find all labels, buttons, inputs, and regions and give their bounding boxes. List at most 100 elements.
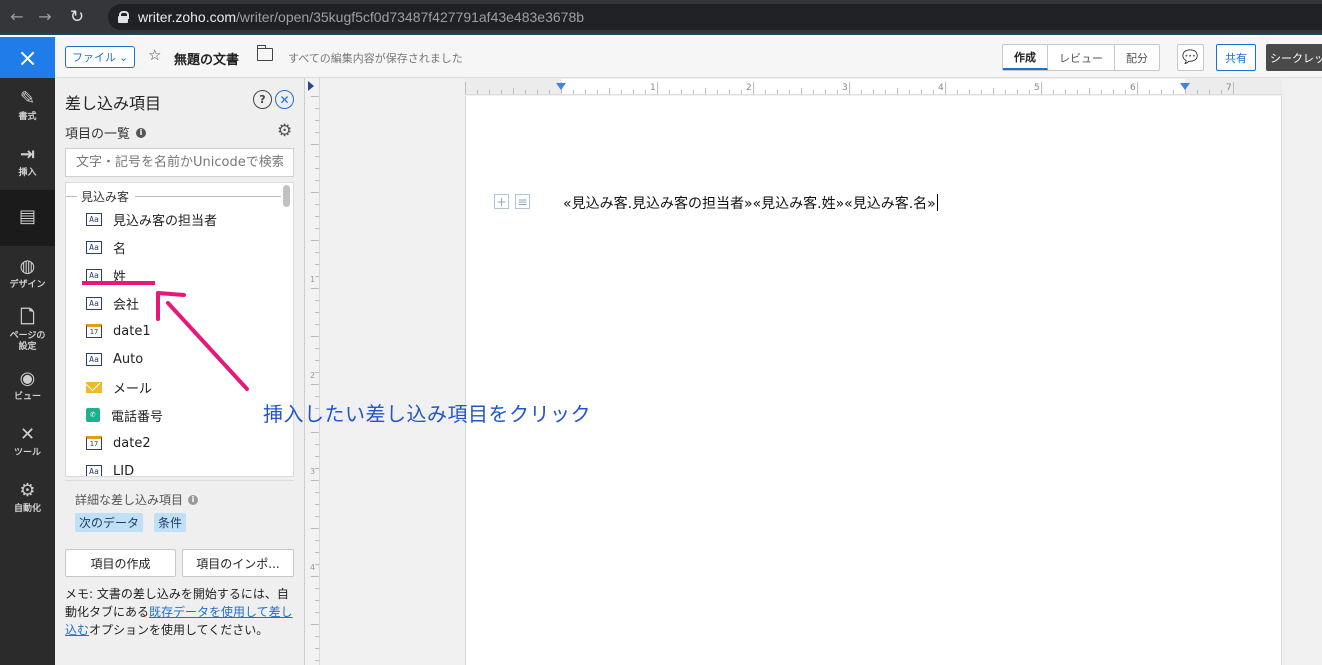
rail-item-page-setup[interactable]: 🗋 ページの 設定 [0,302,55,358]
rail-item-view[interactable]: ◉ ビュー [0,358,55,414]
rail-item-label: 書式 [18,112,37,122]
automation-icon: ⚙ [19,480,36,501]
list-item[interactable]: Aa Auto [86,349,143,369]
rail-item-format[interactable]: ✎ 書式 [0,78,55,134]
rail-item-label: ページの 設定 [9,330,46,352]
merge-field-text[interactable]: «見込み客.見込み客の担当者»«見込み客.姓»«見込み客.名» [563,193,938,213]
ruler-number: 4 [938,83,944,93]
rail-item-label: ビュー [13,392,41,402]
memo-text: メモ: 文書の差し込みを開始するには、自動化タブにある既存データを使用して差し込… [65,587,293,637]
url-text: writer.zoho.com/writer/open/35kugf5cf0d7… [138,9,585,25]
tab-distribute[interactable]: 配分 [1115,45,1159,70]
ruler-number: 3 [842,83,848,93]
document-page[interactable]: + ≡ «見込み客.見込み客の担当者»«見込み客.姓»«見込み客.名» [465,96,1282,665]
list-scrollbar[interactable] [283,185,290,207]
left-rail: × ✎ 書式 ⇥ 挿入 ▤ ◍ デザイン 🗋 ページの 設定 ◉ ビュー ✕ ツー… [0,37,55,665]
ruler-number: 3 [310,467,315,476]
paragraph-icon[interactable]: ≡ [515,194,530,209]
import-field-button[interactable]: 項目のインポ... [182,549,294,577]
ruler-number: 1 [310,275,315,284]
star-icon[interactable]: ☆ [148,46,161,64]
info-icon[interactable]: i [188,494,199,505]
secret-tooltip: シークレット [1266,44,1322,71]
ruler-number: 2 [310,371,315,380]
list-item[interactable]: メール [86,377,152,397]
mode-tabs: 作成 レビュー 配分 [1002,44,1160,71]
rail-item-design[interactable]: ◍ デザイン [0,246,55,302]
field-search-input[interactable] [65,148,294,177]
tools-icon: ✕ [19,424,36,445]
next-data-chip[interactable]: 次のデータ [75,513,144,532]
address-bar[interactable]: writer.zoho.com/writer/open/35kugf5cf0d7… [108,4,1322,30]
save-status: すべての編集内容が保存されました [288,52,463,65]
gear-icon[interactable]: ⚙ [277,123,292,140]
format-icon: ✎ [19,88,36,109]
browser-toolbar: ← → ↻ writer.zoho.com/writer/open/35kugf… [0,0,1322,35]
horizontal-ruler: 1 2 3 4 5 6 7 [465,79,1282,95]
text-field-icon: Aa [86,296,102,310]
list-item[interactable]: Aa LID [86,461,134,476]
list-item[interactable]: Aa 会社 [86,293,139,313]
list-item[interactable]: Aa 見込み客の担当者 [86,209,217,229]
vertical-ruler: 1 2 3 4 [310,96,319,661]
calendar-icon: 17 [86,436,102,450]
rail-item-tools[interactable]: ✕ ツール [0,414,55,470]
calendar-icon: 17 [86,324,102,338]
collapse-arrow-icon[interactable] [308,81,314,91]
tab-review[interactable]: レビュー [1048,45,1115,70]
ruler-number: 4 [310,563,315,572]
forward-icon[interactable]: → [34,6,56,28]
text-field-icon: Aa [86,464,102,476]
close-icon: × [17,43,38,72]
text-field-icon: Aa [86,240,102,254]
ruler-number: 7 [1226,83,1232,93]
rail-item-merge[interactable]: ▤ [0,190,55,246]
mail-icon [86,381,102,393]
list-item[interactable]: 17 date2 [86,433,151,453]
rail-item-label: 挿入 [18,168,37,178]
rail-item-insert[interactable]: ⇥ 挿入 [0,134,55,190]
list-item[interactable]: ✆ 電話番号 [86,405,163,425]
palette-icon: ◍ [19,256,36,277]
panel-title: 差し込み項目 [65,94,162,113]
close-panel-button[interactable]: × [0,37,55,78]
text-field-icon: Aa [86,352,102,366]
info-icon[interactable]: i [136,127,147,138]
insert-icon: ⇥ [19,144,36,165]
ruler-number: 1 [650,83,656,93]
file-menu-button[interactable]: ファイル ⌄ [65,46,136,68]
tab-compose[interactable]: 作成 [1003,45,1048,70]
comment-icon: 💬 [1182,50,1199,65]
field-list-heading: 項目の一覧 i [65,123,147,142]
plus-icon[interactable]: + [494,194,509,209]
comment-button[interactable]: 💬 [1177,44,1204,71]
page-icon: 🗋 [20,306,35,328]
phone-icon: ✆ [86,408,100,422]
back-icon[interactable]: ← [6,6,28,28]
annotation-underline [82,281,155,285]
rail-item-automation[interactable]: ⚙ 自動化 [0,470,55,526]
create-field-button[interactable]: 項目の作成 [65,549,176,577]
condition-chip[interactable]: 条件 [154,513,187,532]
advanced-fields-title: 詳細な差し込み項目 i [75,491,199,508]
ruler-number: 2 [746,83,752,93]
close-icon[interactable]: ✕ [275,90,294,109]
text-field-icon: Aa [86,212,102,226]
chevron-down-icon: ⌄ [119,50,129,64]
rail-item-label: デザイン [9,280,46,290]
document-title[interactable]: 無題の文書 [174,49,239,68]
help-icon[interactable]: ? [253,90,272,109]
list-item[interactable]: 17 date1 [86,321,151,341]
text-cursor [936,194,938,211]
group-label: 見込み客 [66,188,281,205]
annotation-arrow [156,291,249,391]
reload-icon[interactable]: ↻ [66,6,88,28]
eye-icon: ◉ [19,368,36,389]
folder-icon[interactable] [257,45,273,61]
rail-item-label: 自動化 [13,504,41,514]
list-item[interactable]: Aa 名 [86,237,126,257]
top-toolbar: ファイル ⌄ ☆ 無題の文書 すべての編集内容が保存されました 作成 レビュー 配… [55,37,1322,78]
document-icon: ▤ [18,205,36,227]
line-tools: + ≡ [494,194,530,209]
share-button[interactable]: 共有 [1216,44,1256,71]
